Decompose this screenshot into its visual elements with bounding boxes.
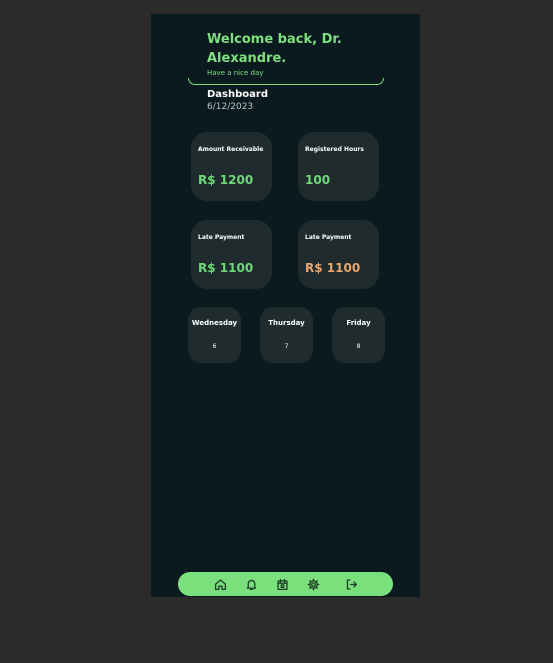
card-label: Amount Receivable: [198, 146, 264, 153]
day-name: Wednesday: [191, 319, 238, 327]
logout-icon[interactable]: [344, 577, 358, 591]
home-icon[interactable]: [213, 577, 227, 591]
welcome-heading: Welcome back, Dr. Alexandre.: [207, 32, 342, 66]
day-wednesday[interactable]: Wednesday 6: [188, 307, 241, 363]
card-value: R$ 1100: [198, 261, 254, 275]
page-title: Dashboard: [207, 89, 268, 100]
card-value: R$ 1100: [305, 261, 361, 275]
bottom-nav: [178, 572, 393, 596]
calendar-icon[interactable]: [275, 577, 289, 591]
card-late-payment[interactable]: Late Payment R$ 1100: [191, 220, 272, 289]
card-value: R$ 1200: [198, 173, 254, 187]
card-value: 100: [305, 173, 331, 187]
day-name: Thursday: [268, 319, 305, 327]
welcome-subtitle: Have a nice day: [207, 69, 264, 77]
bell-icon[interactable]: [244, 577, 258, 591]
card-label: Registered Hours: [305, 146, 364, 153]
card-late-payment-warning[interactable]: Late Payment R$ 1100: [298, 220, 379, 289]
card-label: Late Payment: [305, 234, 352, 241]
card-amount-receivable[interactable]: Amount Receivable R$ 1200: [191, 132, 272, 201]
day-number: 6: [212, 343, 217, 350]
card-label: Late Payment: [198, 234, 245, 241]
dashboard-date: 6/12/2023: [207, 102, 254, 112]
day-name: Friday: [346, 319, 371, 327]
gear-icon[interactable]: [306, 577, 320, 591]
day-thursday[interactable]: Thursday 7: [260, 307, 313, 363]
header-divider: [188, 78, 384, 85]
day-number: 8: [356, 343, 361, 350]
day-number: 7: [284, 343, 289, 350]
card-registered-hours[interactable]: Registered Hours 100: [298, 132, 379, 201]
day-friday[interactable]: Friday 8: [332, 307, 385, 363]
app-screen: Welcome back, Dr. Alexandre. Have a nice…: [151, 14, 420, 597]
